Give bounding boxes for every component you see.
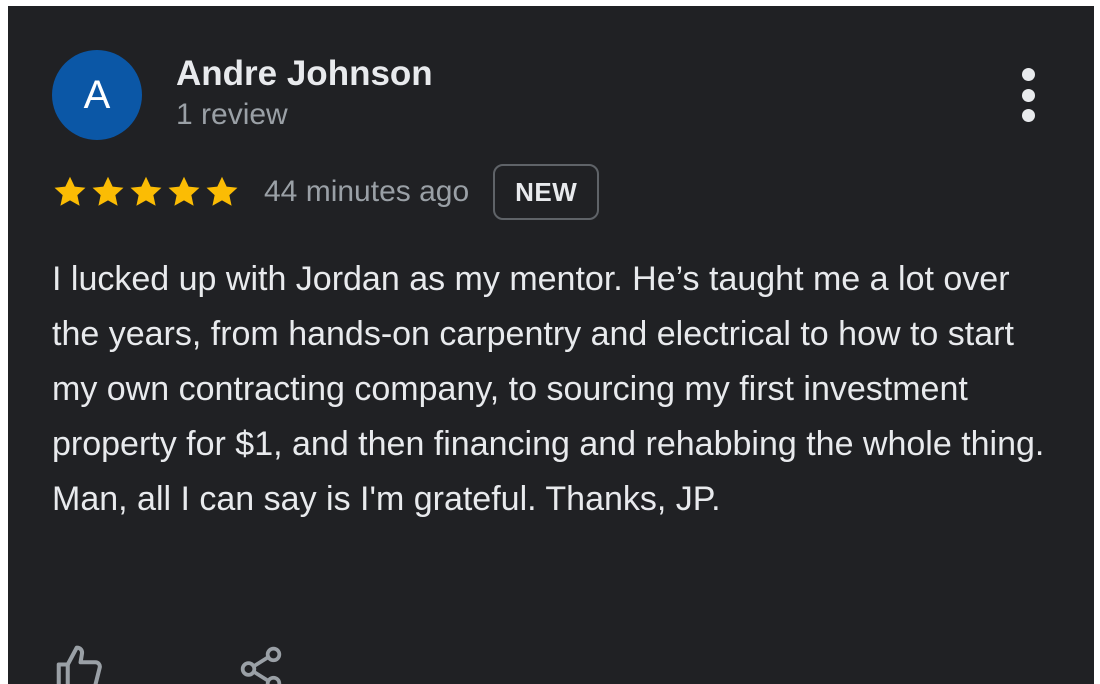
share-button[interactable]: [236, 642, 286, 684]
more-vert-icon-dot: [1021, 109, 1035, 122]
share-icon: [240, 646, 282, 684]
star-icon: [52, 174, 88, 210]
rating-row: 44 minutes ago NEW: [52, 162, 600, 222]
thumbs-up-icon: [56, 645, 102, 684]
star-rating: [52, 174, 240, 210]
star-icon: [90, 174, 126, 210]
more-vert-icon-dot: [1021, 88, 1035, 102]
more-vert-icon: [1021, 68, 1035, 81]
review-text: I lucked up with Jordan as my mentor. He…: [52, 260, 1045, 518]
star-icon: [128, 174, 164, 210]
star-icon: [166, 174, 202, 210]
review-count: 1 review: [176, 98, 288, 131]
avatar-letter: A: [83, 72, 111, 117]
like-button[interactable]: [52, 642, 106, 684]
review-card: A Andre Johnson 1 review 44 minutes ago …: [8, 6, 1094, 684]
more-options-button[interactable]: [1020, 68, 1036, 122]
avatar[interactable]: A: [52, 50, 142, 140]
reviewer-name[interactable]: Andre Johnson: [176, 54, 433, 94]
star-icon: [204, 174, 240, 210]
review-timestamp: 44 minutes ago: [264, 175, 470, 208]
new-badge: NEW: [493, 164, 600, 220]
